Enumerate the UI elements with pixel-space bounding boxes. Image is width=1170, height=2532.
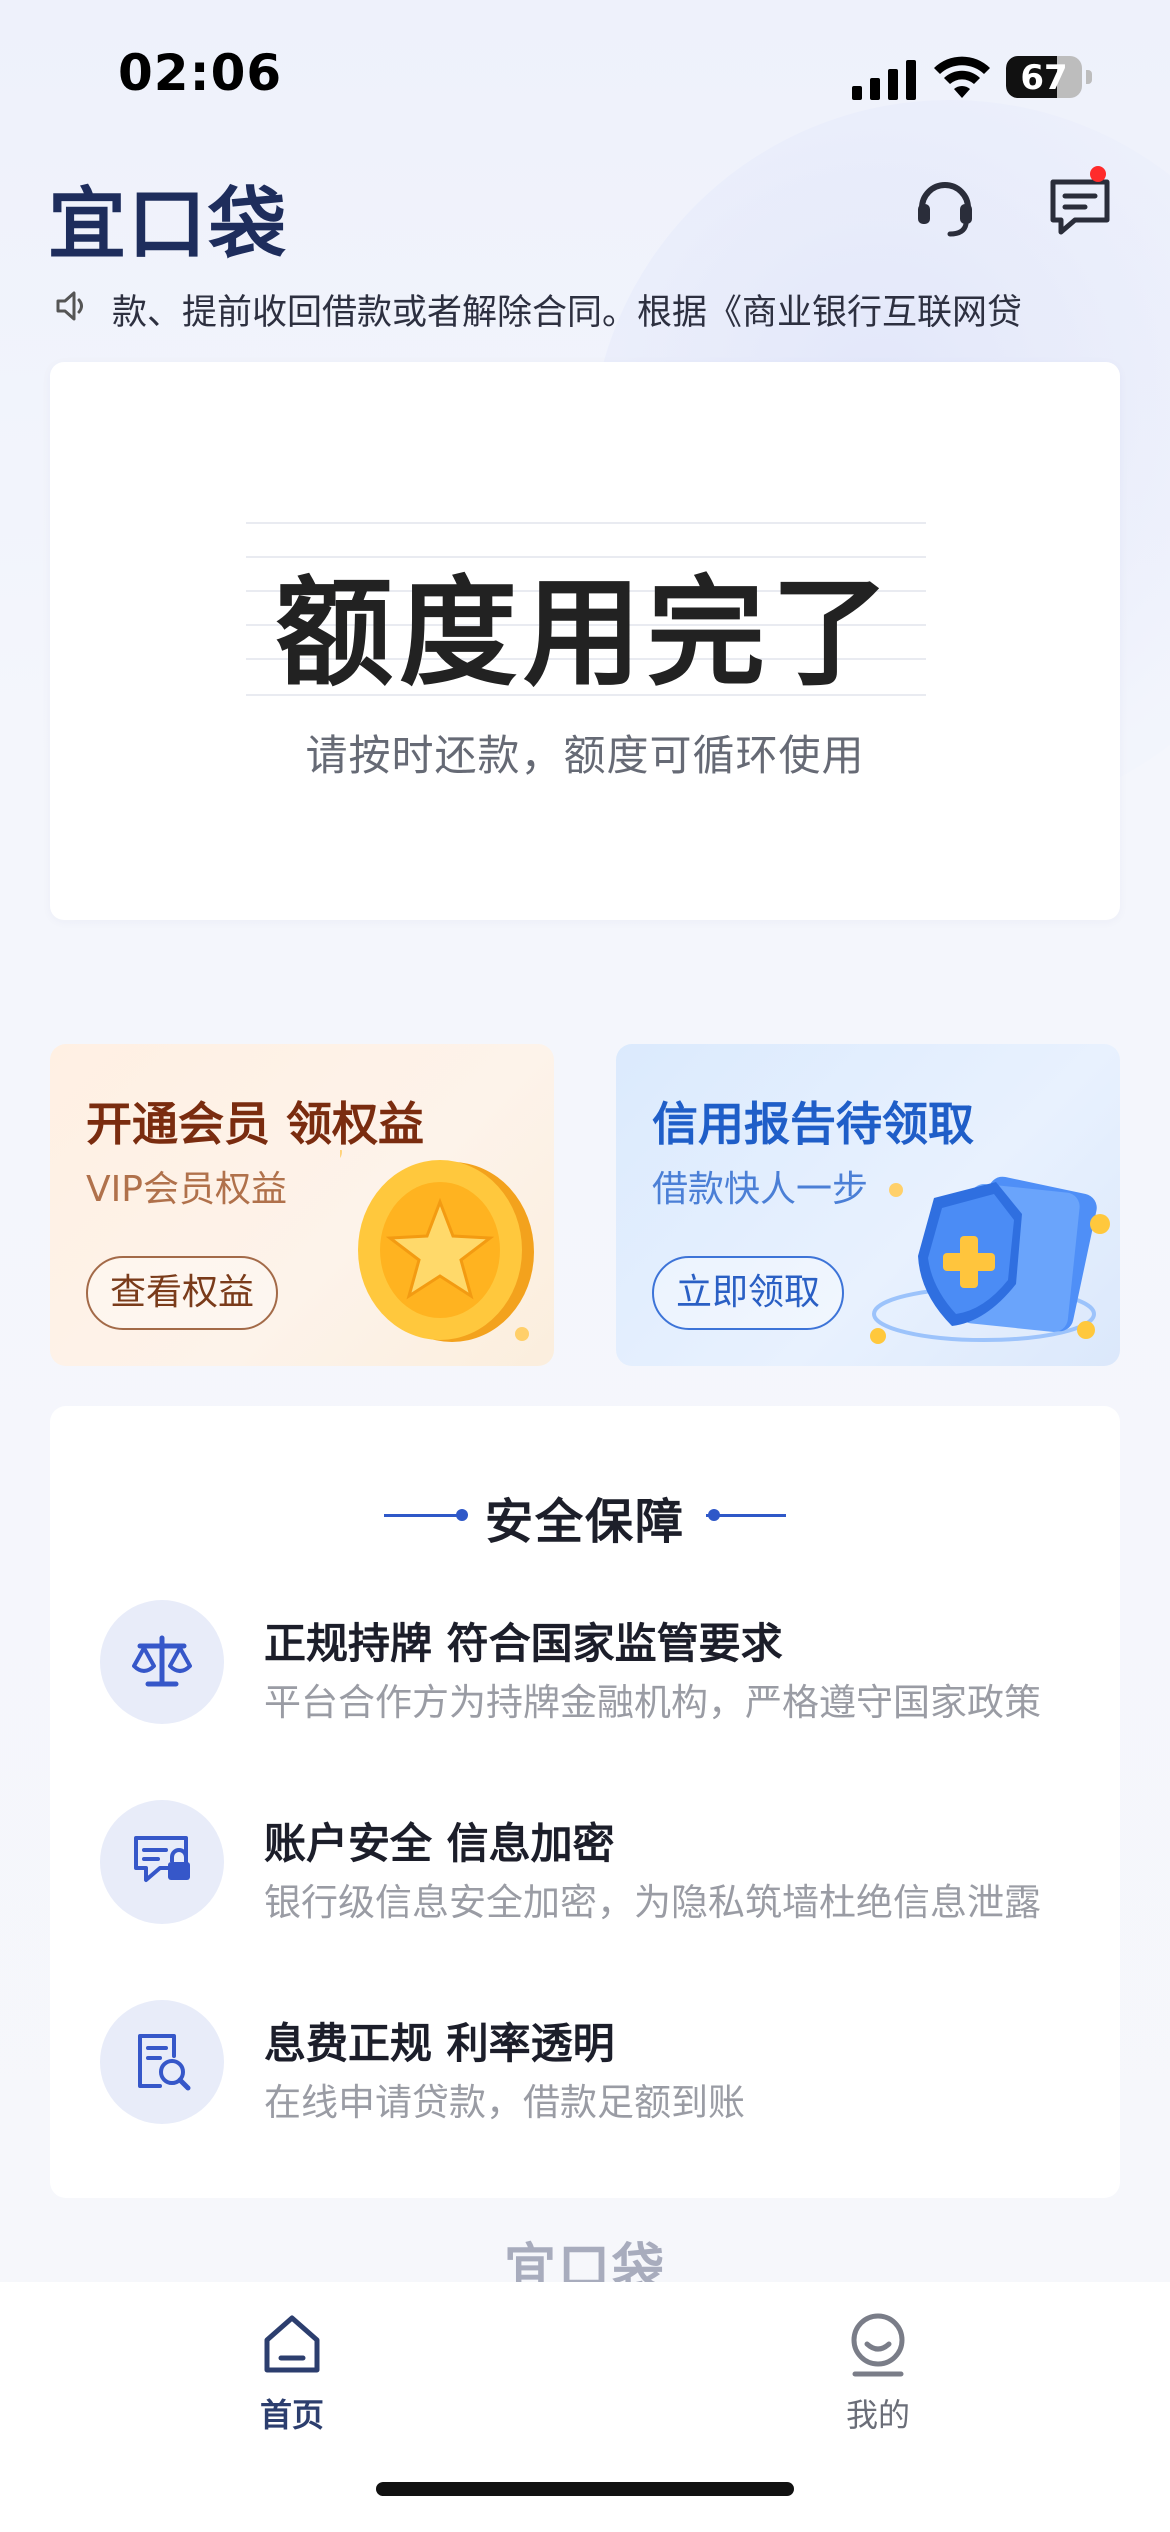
security-item-desc: 在线申请贷款，借款足额到账: [264, 2081, 745, 2124]
credit-report-promo-card[interactable]: 信用报告待领取 借款快人一步 立即领取: [616, 1044, 1120, 1366]
security-item-title: 账户安全 信息加密: [264, 1819, 615, 1868]
security-title: 安全保障: [484, 1494, 685, 1550]
tab-home[interactable]: 首页: [222, 2312, 362, 2452]
security-section: 安全保障 正规持牌 符合国家监管要求 平台合作方为持牌金融机构，严格遵守国家政策: [50, 1406, 1120, 2198]
home-screen: 02:06 67 宜口袋 款、提前收回借款或者解除合同。根据《商业银行互联网贷 …: [0, 0, 1170, 2532]
security-item-desc: 银行级信息安全加密，为隐私筑墙杜绝信息泄露: [264, 1881, 1041, 1924]
cellular-signal-icon: [852, 60, 916, 100]
claim-now-button[interactable]: 立即领取: [652, 1256, 845, 1330]
unread-badge: [1090, 166, 1106, 182]
coin-star-icon: [340, 1150, 534, 1342]
battery-percent: 67: [1020, 58, 1068, 98]
lock-card-icon: [134, 1836, 190, 1882]
quota-status-subtitle: 请按时还款，额度可循环使用: [305, 731, 865, 780]
security-item: 息费正规 利率透明 在线申请贷款，借款足额到账: [50, 2000, 1120, 2140]
home-icon: [264, 2315, 320, 2373]
security-item: 正规持牌 符合国家监管要求 平台合作方为持牌金融机构，严格遵守国家政策: [50, 1600, 1120, 1740]
security-item-title: 息费正规 利率透明: [264, 2019, 615, 2068]
security-item: 账户安全 信息加密 银行级信息安全加密，为隐私筑墙杜绝信息泄露: [50, 1800, 1120, 1940]
quota-card: 额度用完了 请按时还款，额度可循环使用: [50, 362, 1120, 920]
shield-plus-icon: [870, 1176, 1110, 1344]
security-item-title: 正规持牌 符合国家监管要求: [264, 1619, 783, 1668]
battery-indicator: 67: [1006, 56, 1092, 98]
wifi-icon: [934, 56, 990, 98]
tab-home-label: 首页: [259, 2396, 324, 2434]
headset-icon[interactable]: [910, 170, 980, 240]
view-benefits-button[interactable]: 查看权益: [86, 1256, 279, 1330]
message-icon[interactable]: [1045, 170, 1115, 240]
status-bar: 02:06 67: [0, 0, 1170, 150]
app-logo: 宜口袋: [48, 180, 289, 270]
notice-marquee[interactable]: 款、提前收回借款或者解除合同。根据《商业银行互联网贷: [54, 282, 1114, 330]
tab-mine[interactable]: 我的: [808, 2312, 948, 2452]
document-search-icon: [138, 2034, 191, 2091]
credit-promo-subtitle: 借款快人一步: [652, 1169, 869, 1210]
quota-status-title: 额度用完了: [274, 564, 895, 702]
status-time: 02:06: [118, 44, 283, 102]
vip-promo-card[interactable]: 开通会员 领权益 VIP会员权益 查看权益: [50, 1044, 554, 1366]
vip-promo-title: 开通会员 领权益: [86, 1097, 425, 1151]
title-deco-right: [706, 1514, 786, 1517]
home-indicator[interactable]: [376, 2482, 794, 2496]
speaker-icon: [56, 291, 83, 321]
notice-text: 款、提前收回借款或者解除合同。根据《商业银行互联网贷: [112, 293, 1023, 330]
profile-icon: [851, 2313, 905, 2377]
scale-icon: [132, 1635, 192, 1687]
tab-mine-label: 我的: [845, 2396, 910, 2434]
vip-promo-subtitle: VIP会员权益: [86, 1169, 287, 1210]
security-item-desc: 平台合作方为持牌金融机构，严格遵守国家政策: [264, 1681, 1041, 1724]
